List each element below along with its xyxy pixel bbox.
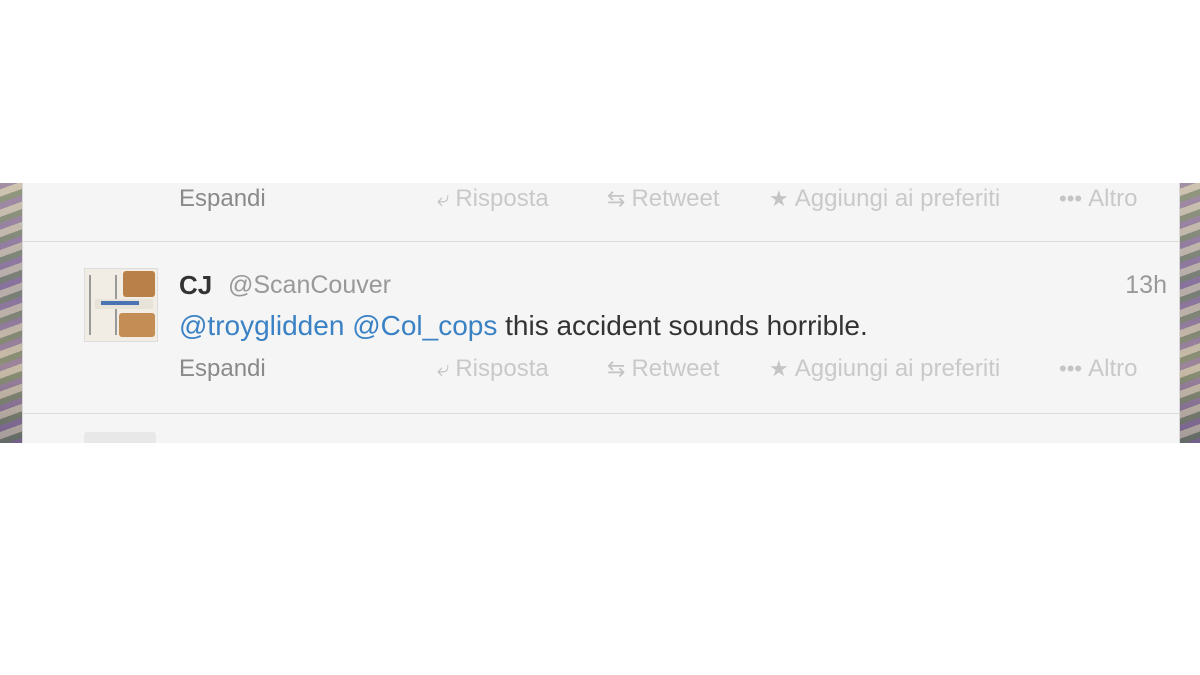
expand-link[interactable]: Espandi	[179, 355, 266, 383]
tweet[interactable]: CJ @ScanCouver 13h @troyglidden @Col_cop…	[23, 242, 1179, 414]
retweet-icon: ⇆	[607, 186, 626, 211]
mention-link[interactable]: @Col_cops	[352, 310, 497, 341]
favorite-button[interactable]: ★ Aggiungi ai preferiti	[769, 185, 1000, 213]
retweet-button[interactable]: ⇆ Retweet	[607, 185, 719, 213]
star-icon: ★	[769, 186, 789, 211]
reply-arrow-icon: ⤶	[437, 356, 450, 381]
more-label: Altro	[1088, 185, 1138, 212]
previous-tweet: Espandi ⤶ Risposta ⇆ Retweet ★ Aggiungi ai …	[23, 183, 1179, 242]
tweet-timestamp[interactable]: 13h	[1125, 271, 1167, 300]
timeline-screenshot: Espandi ⤶ Risposta ⇆ Retweet ★ Aggiungi ai …	[0, 183, 1200, 443]
next-tweet	[23, 414, 1179, 443]
reply-label: Risposta	[455, 355, 549, 382]
tweet-body: this accident sounds horrible.	[505, 310, 868, 341]
favorite-label: Aggiungi ai preferiti	[794, 185, 1001, 212]
more-label: Altro	[1088, 355, 1138, 382]
favorite-button[interactable]: ★ Aggiungi ai preferiti	[769, 355, 1000, 383]
more-dots-icon: •••	[1059, 186, 1083, 211]
avatar[interactable]	[84, 432, 156, 443]
reply-label: Risposta	[455, 185, 549, 212]
background-image-right	[1178, 183, 1200, 443]
retweet-icon: ⇆	[607, 356, 626, 381]
tweet-text: @troyglidden @Col_cops this accident sou…	[179, 310, 868, 342]
more-button[interactable]: ••• Altro	[1059, 185, 1137, 213]
tweet-actions: Espandi ⤶ Risposta ⇆ Retweet ★ Aggiungi ai …	[179, 185, 1169, 215]
tweet-timeline: Espandi ⤶ Risposta ⇆ Retweet ★ Aggiungi ai …	[22, 183, 1180, 443]
favorite-label: Aggiungi ai preferiti	[794, 355, 1001, 382]
tweet-actions: Espandi ⤶ Risposta ⇆ Retweet ★ Aggiungi ai …	[179, 355, 1169, 385]
retweet-label: Retweet	[631, 355, 720, 382]
mention-link[interactable]: @troyglidden	[179, 310, 344, 341]
more-button[interactable]: ••• Altro	[1059, 355, 1137, 383]
reply-button[interactable]: ⤶ Risposta	[437, 185, 549, 213]
expand-link[interactable]: Espandi	[179, 185, 266, 213]
retweet-button[interactable]: ⇆ Retweet	[607, 355, 719, 383]
author-handle[interactable]: @ScanCouver	[228, 271, 391, 300]
reply-button[interactable]: ⤶ Risposta	[437, 355, 549, 383]
author-name[interactable]: CJ	[179, 270, 212, 301]
retweet-label: Retweet	[631, 185, 720, 212]
background-image-left	[0, 183, 22, 443]
reply-arrow-icon: ⤶	[437, 186, 450, 211]
avatar[interactable]	[84, 268, 158, 342]
star-icon: ★	[769, 356, 789, 381]
more-dots-icon: •••	[1059, 356, 1083, 381]
